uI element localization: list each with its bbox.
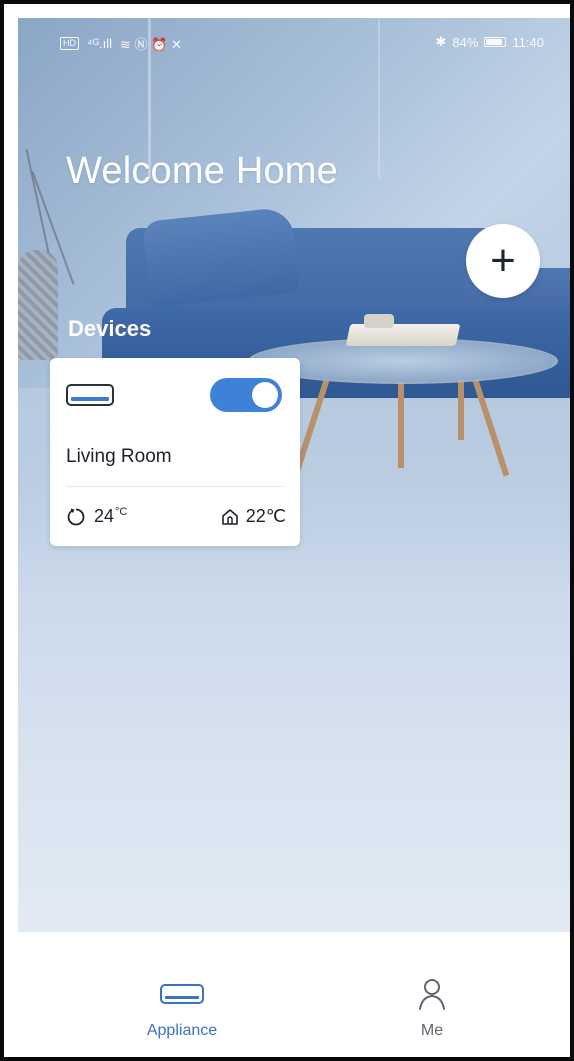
table-leg (398, 382, 404, 468)
battery-icon (484, 37, 507, 47)
table-leg (458, 380, 464, 440)
add-device-button[interactable]: + (466, 224, 540, 298)
bottom-nav: Appliance Me (18, 931, 570, 1057)
power-toggle[interactable] (210, 378, 282, 412)
bluetooth-icon: ✱ (435, 34, 447, 49)
divider (66, 486, 284, 487)
decor-vase (18, 250, 58, 360)
battery-percent: 84% (452, 34, 479, 50)
room-temperature: 22℃ (220, 506, 286, 527)
status-icons: ≋ Ⓝ ⏰ ✕ (120, 37, 182, 52)
toggle-knob (252, 382, 278, 408)
nav-appliance[interactable]: Appliance (102, 976, 262, 1040)
status-left: HD ⁴ᴳ.ıll ≋ Ⓝ ⏰ ✕ (60, 34, 182, 53)
table-ornament (364, 314, 394, 328)
nav-me[interactable]: Me (352, 976, 512, 1040)
status-right: ✱ 84% 11:40 (435, 34, 544, 50)
set-temperature-value: 24°C (94, 506, 128, 526)
auto-mode-icon (67, 507, 85, 525)
device-frame: HD ⁴ᴳ.ıll ≋ Ⓝ ⏰ ✕ ✱ 84% 11:40 Welcome Ho… (0, 0, 574, 1061)
device-name: Living Room (66, 446, 172, 467)
hd-badge: HD (60, 37, 79, 50)
nav-label-appliance: Appliance (146, 1022, 218, 1039)
device-card[interactable]: Living Room 24°C 22℃ (50, 358, 300, 546)
sofa-cushion (141, 206, 301, 308)
air-conditioner-icon (160, 984, 204, 1004)
app-screen: HD ⁴ᴳ.ıll ≋ Ⓝ ⏰ ✕ ✱ 84% 11:40 Welcome Ho… (18, 18, 570, 1057)
nav-icon-wrap (352, 976, 512, 1012)
nav-label-me: Me (420, 1022, 444, 1039)
air-conditioner-icon (66, 384, 114, 406)
signal-icon: ⁴ᴳ.ıll (87, 36, 113, 51)
devices-section-label: Devices (68, 316, 152, 341)
set-temperature: 24°C (66, 506, 127, 527)
nav-icon-wrap (102, 976, 262, 1012)
clock: 11:40 (512, 34, 544, 50)
page-title: Welcome Home (66, 150, 338, 192)
home-icon (221, 508, 238, 525)
room-temperature-value: 22℃ (245, 506, 286, 526)
book (345, 324, 461, 346)
plus-icon: + (490, 236, 516, 285)
status-bar: HD ⁴ᴳ.ıll ≋ Ⓝ ⏰ ✕ ✱ 84% 11:40 (18, 18, 570, 66)
person-icon (419, 979, 445, 1010)
